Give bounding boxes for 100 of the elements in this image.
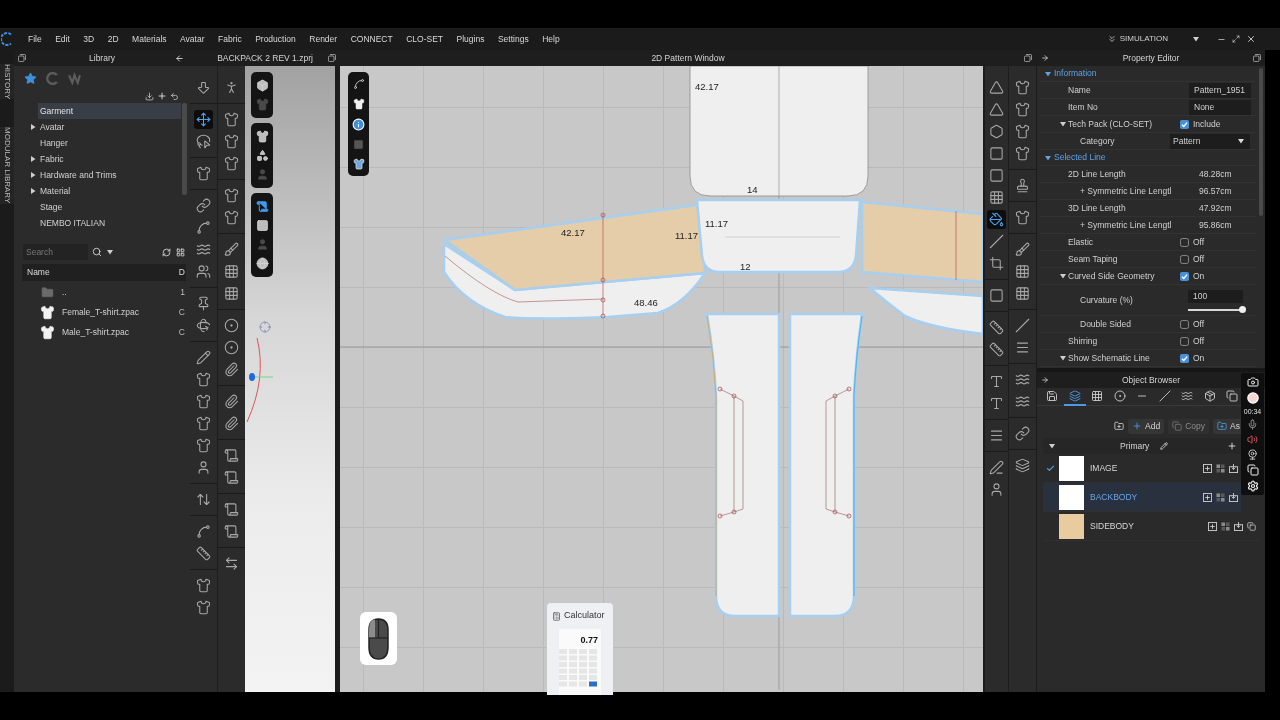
tree-item[interactable]: Hardware and Trims <box>38 167 181 183</box>
ruler-icon[interactable] <box>987 317 1006 337</box>
column-header[interactable]: D <box>178 266 185 279</box>
download-box-icon[interactable] <box>1229 492 1238 502</box>
column-header[interactable]: Name <box>22 266 50 279</box>
ruler-icon[interactable] <box>987 339 1006 359</box>
close-icon[interactable] <box>1246 34 1256 44</box>
settings-icon[interactable] <box>1246 480 1259 492</box>
menu-item[interactable]: Fabric <box>218 32 242 46</box>
checkbox[interactable] <box>1180 254 1189 264</box>
restore-icon[interactable] <box>1024 54 1032 62</box>
slider-track[interactable] <box>1188 308 1243 311</box>
caret-icon[interactable] <box>1045 154 1051 161</box>
checkbox[interactable] <box>1180 271 1189 281</box>
arrow-right-icon[interactable] <box>1041 376 1049 384</box>
plus-square-icon[interactable] <box>1203 463 1212 473</box>
shapes-icon[interactable] <box>255 149 269 162</box>
scrollbar[interactable] <box>1259 68 1263 216</box>
pencil-icon[interactable] <box>1160 442 1169 450</box>
arrow-right-icon[interactable] <box>1041 54 1049 62</box>
menu-item[interactable]: File <box>28 32 42 46</box>
logo-icon[interactable] <box>1 32 13 46</box>
caret-icon[interactable] <box>1060 121 1066 127</box>
grid-icon[interactable] <box>1221 521 1230 531</box>
star-icon[interactable] <box>24 71 37 85</box>
menu-item[interactable]: Production <box>255 32 296 46</box>
copy-icon[interactable] <box>1247 521 1256 531</box>
caret-icon[interactable] <box>1049 443 1055 449</box>
camera-icon[interactable] <box>1246 376 1259 388</box>
group-title[interactable]: Primary <box>1120 439 1150 453</box>
menu-item[interactable]: CLO-SET <box>406 32 444 46</box>
plus-square-icon[interactable] <box>1203 492 1212 502</box>
caret-icon[interactable] <box>1045 70 1051 77</box>
menu-item[interactable]: CONNECT <box>350 32 393 46</box>
download-box-icon[interactable] <box>1229 463 1238 473</box>
tree-item[interactable]: NEMBO ITALIAN <box>38 215 181 231</box>
tree-item[interactable]: Fabric <box>38 151 181 167</box>
cube-icon[interactable] <box>255 79 269 92</box>
mode-dropdown[interactable]: SIMULATION <box>1106 33 1168 45</box>
dropdown-caret-icon[interactable] <box>1193 36 1199 42</box>
download-icon[interactable] <box>145 91 154 101</box>
ruler-icon[interactable] <box>194 543 213 563</box>
check-icon[interactable] <box>1046 463 1055 473</box>
checkbox[interactable] <box>1180 119 1189 129</box>
webcam-icon[interactable] <box>1247 449 1258 460</box>
text-field[interactable]: Pattern_1951 <box>1189 82 1251 98</box>
tree-item[interactable]: Garment <box>38 103 181 119</box>
microphone-icon[interactable] <box>1247 419 1258 430</box>
file-name[interactable]: Male_T-shirt.zpac <box>62 325 130 339</box>
caret-icon[interactable] <box>30 188 36 194</box>
link-icon[interactable] <box>194 195 213 215</box>
menu-item[interactable]: Avatar <box>180 32 205 46</box>
restore-icon[interactable] <box>18 54 26 62</box>
search-field[interactable]: Search <box>23 244 88 260</box>
caret-icon[interactable] <box>30 172 36 178</box>
grid-view-icon[interactable] <box>176 247 185 257</box>
menu-item[interactable]: Render <box>309 32 338 46</box>
action-button[interactable]: Add <box>1128 418 1165 434</box>
tree-item[interactable]: Hanger <box>38 135 181 151</box>
globe-icon[interactable] <box>255 257 269 270</box>
plus-icon[interactable] <box>1227 441 1237 451</box>
curve-icon[interactable] <box>352 78 365 90</box>
dropdown-caret-icon[interactable] <box>107 249 113 255</box>
scrollbar[interactable] <box>182 103 187 195</box>
record-icon[interactable] <box>1246 392 1259 404</box>
caret-icon[interactable] <box>1060 273 1066 279</box>
plus-icon[interactable] <box>157 91 167 101</box>
search-icon[interactable] <box>92 247 102 257</box>
info-icon[interactable] <box>352 117 365 131</box>
checkbox[interactable] <box>1180 353 1189 363</box>
folder-plus-icon[interactable] <box>1114 421 1125 431</box>
dropdown[interactable]: Pattern <box>1170 133 1250 149</box>
checkbox[interactable] <box>1180 237 1189 247</box>
object-row[interactable]: BACKBODY <box>1043 483 1241 512</box>
tab[interactable] <box>1063 387 1086 406</box>
tree-item[interactable]: Avatar <box>38 119 181 135</box>
menu-item[interactable]: 2D <box>107 32 119 46</box>
caret-icon[interactable] <box>30 156 36 162</box>
file-name[interactable]: .. <box>62 285 67 299</box>
section-title[interactable]: Information <box>1054 67 1097 80</box>
object-row[interactable]: SIDEBODY <box>1043 512 1259 541</box>
menu-item[interactable]: 3D <box>83 32 95 46</box>
caret-icon[interactable] <box>30 124 36 130</box>
number-field[interactable]: 100 <box>1188 289 1243 303</box>
slider-thumb[interactable] <box>1239 305 1246 313</box>
paint-bucket-icon[interactable] <box>987 209 1006 229</box>
speaker-icon[interactable] <box>1247 434 1258 445</box>
caret-icon[interactable] <box>1060 355 1066 361</box>
menu-item[interactable]: Settings <box>497 32 529 46</box>
arrow-left-icon[interactable] <box>175 53 184 63</box>
viewport-3d[interactable] <box>245 66 335 692</box>
refresh-icon[interactable] <box>162 247 171 257</box>
tree-item[interactable]: Stage <box>38 199 181 215</box>
tree-item[interactable]: Material <box>38 183 181 199</box>
grid-icon[interactable] <box>1216 492 1225 502</box>
grid-icon[interactable] <box>1216 463 1225 473</box>
link-icon[interactable] <box>1013 423 1032 443</box>
menu-item[interactable]: Materials <box>132 32 167 46</box>
maximize-icon[interactable] <box>1232 35 1240 43</box>
undo-icon[interactable] <box>170 91 179 101</box>
